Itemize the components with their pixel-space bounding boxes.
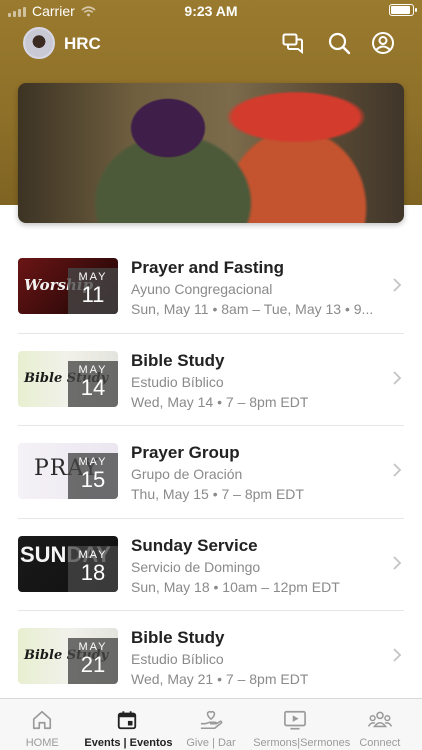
event-list: Worship MAY 11 Prayer and Fasting Ayuno … [0,240,422,703]
battery-icon [389,4,417,16]
church-logo-avatar[interactable] [23,27,55,59]
event-time: Thu, May 15 • 7 – 8pm EDT [131,486,304,502]
app-bar: HRC [0,24,422,64]
date-day: 11 [81,282,105,307]
status-bar: Carrier 9:23 AM [0,0,422,22]
event-row[interactable]: Worship MAY 11 Prayer and Fasting Ayuno … [0,240,422,333]
event-row[interactable]: SUNDAY MAY 18 Sunday Service Servicio de… [0,517,422,611]
event-thumbnail: PRAY MAY 15 [18,443,118,499]
home-icon [33,710,52,730]
date-badge: MAY 15 [68,453,118,499]
chevron-right-icon [393,278,402,292]
date-day: 14 [80,374,106,400]
app-title: HRC [64,34,101,53]
date-day: 18 [80,559,106,585]
event-time: Wed, May 14 • 7 – 8pm EDT [131,393,309,410]
give-icon [200,710,223,730]
tab-label: Give | Dar [186,737,236,749]
hero-banner-image[interactable] [18,83,404,223]
tab-label: Events | Eventos [84,737,173,749]
event-thumbnail: SUNDAY MAY 18 [18,535,118,592]
event-thumbnail: Bible Study MAY 21 [18,628,118,684]
event-subtitle: Estudio Bíblico [131,651,224,667]
search-icon[interactable] [327,31,351,55]
date-day: 21 [80,652,106,677]
date-badge: MAY 21 [68,638,118,684]
status-right [389,4,417,16]
event-subtitle: Ayuno Congregacional [131,281,273,297]
date-badge: MAY 11 [68,268,118,314]
event-time: Wed, May 21 • 7 – 8pm EDT [131,671,309,687]
tab-bar: HOME Events | Eventos Give | Dar Sermons… [0,698,422,750]
date-month: MAY [78,363,108,376]
event-row[interactable]: Bible Study MAY 21 Bible Study Estudio B… [0,610,422,703]
date-month: MAY [78,548,108,561]
event-title: Bible Study [131,628,225,647]
chevron-right-icon [393,370,402,385]
date-badge: MAY 14 [68,360,118,407]
chevron-right-icon [393,463,402,477]
event-row[interactable]: Bible Study MAY 14 Bible Study Estudio B… [0,332,422,426]
event-thumbnail: Worship MAY 11 [18,258,118,314]
date-day: 15 [80,467,106,492]
chat-icon[interactable] [281,31,305,55]
tab-give[interactable]: Give | Dar [169,699,253,750]
event-row[interactable]: PRAY MAY 15 Prayer Group Grupo de Oració… [0,425,422,518]
event-time: Sun, May 18 • 10am – 12pm EDT [131,578,340,595]
account-icon[interactable] [371,31,395,55]
event-subtitle: Grupo de Oración [131,466,243,482]
event-title: Prayer and Fasting [131,258,285,277]
event-subtitle: Servicio de Domingo [131,558,261,575]
event-time: Sun, May 11 • 8am – Tue, May 13 • 9... [131,301,374,317]
tab-label: Sermons|Sermones [253,737,351,749]
event-thumbnail: Bible Study MAY 14 [18,350,118,407]
event-title: Bible Study [131,350,225,370]
event-title: Sunday Service [131,535,258,555]
event-subtitle: Estudio Bíblico [131,373,224,390]
tab-connect[interactable]: Connect [338,699,422,750]
status-time: 9:23 AM [184,3,238,19]
tab-events[interactable]: Events | Eventos [84,699,173,750]
tab-label: Connect [359,737,401,749]
chevron-right-icon [393,555,402,570]
tab-label: HOME [25,737,59,749]
tab-sermons[interactable]: Sermons|Sermones [253,699,351,750]
tab-home[interactable]: HOME [0,699,84,750]
chevron-right-icon [393,648,402,662]
calendar-icon [117,711,136,730]
people-icon [367,711,392,728]
event-title: Prayer Group [131,443,240,462]
date-badge: MAY 18 [68,545,118,592]
video-icon [284,710,307,730]
